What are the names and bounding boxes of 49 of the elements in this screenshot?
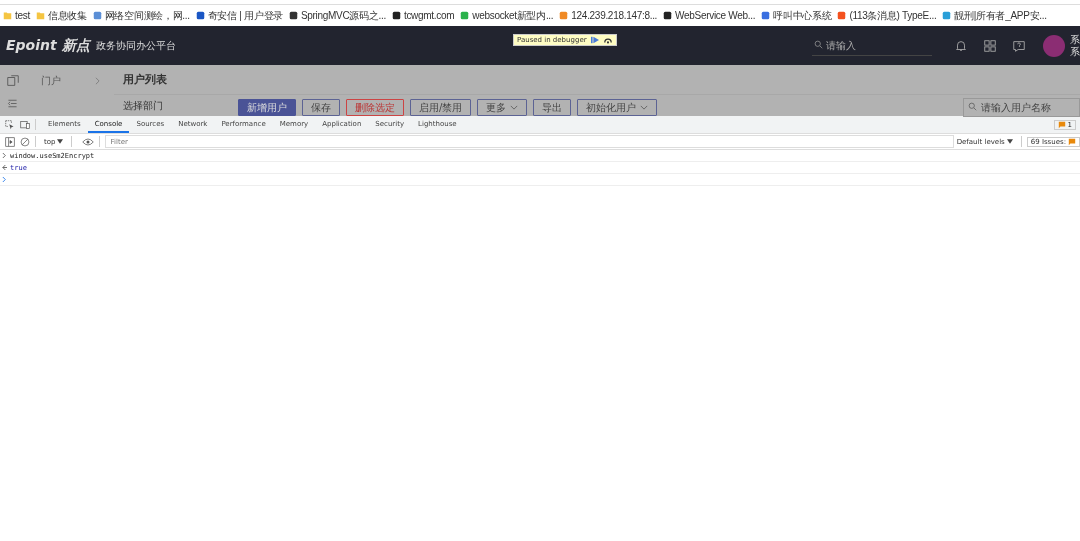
- bookmark[interactable]: tcwgmt.com: [391, 10, 455, 21]
- action-button[interactable]: 启用/禁用: [410, 99, 472, 116]
- menu-icon[interactable]: [6, 97, 19, 110]
- inspect-icon[interactable]: [5, 119, 15, 130]
- bookmark[interactable]: 124.239.218.147:8...: [559, 10, 658, 21]
- caret-icon: [1006, 139, 1013, 144]
- window-icon: [6, 74, 20, 88]
- user-name: 系: [1070, 33, 1080, 46]
- department-label: 选择部门: [122, 98, 164, 113]
- action-button[interactable]: 保存: [302, 99, 340, 116]
- device-icon[interactable]: [20, 119, 30, 130]
- caret-icon: [57, 139, 64, 144]
- step-over-icon[interactable]: [602, 36, 613, 44]
- bookmark[interactable]: SpringMVC源码之...: [288, 8, 386, 23]
- user-role: 系: [1070, 45, 1080, 58]
- bookmark[interactable]: test: [3, 10, 30, 21]
- sidebar-toggle-icon[interactable]: [5, 136, 15, 147]
- chevron-down-icon: [640, 105, 649, 110]
- bookmark[interactable]: 呼叫中心系统: [761, 8, 832, 23]
- bookmark[interactable]: websocket新型内...: [460, 8, 554, 23]
- platform-title: 政务协同办公平台: [95, 38, 176, 53]
- chevron-right-icon: [2, 152, 7, 159]
- grid-icon[interactable]: [983, 38, 997, 53]
- search-icon: [814, 40, 823, 49]
- prompt-chevron-icon[interactable]: [2, 176, 7, 183]
- bookmark[interactable]: 信息收集: [35, 8, 87, 23]
- clear-icon[interactable]: [20, 136, 30, 147]
- logo: Epoint 新点: [6, 36, 90, 55]
- action-button[interactable]: 导出: [533, 99, 572, 116]
- bookmark[interactable]: (113条消息) TypeE...: [837, 8, 937, 23]
- chevron-down-icon: [510, 105, 519, 110]
- search-field[interactable]: 请输入用户名称: [963, 98, 1080, 117]
- dropdown-button[interactable]: 初始化用户: [577, 99, 658, 116]
- bookmark[interactable]: WebService Web...: [663, 10, 756, 21]
- bookmark[interactable]: 靓刑|所有者_APP安...: [942, 8, 1047, 23]
- action-button[interactable]: 新增用户: [238, 99, 296, 116]
- resume-icon[interactable]: [589, 36, 600, 44]
- arrow-left-icon: [2, 164, 7, 171]
- search-field[interactable]: 请输入: [812, 35, 932, 56]
- chevron-right-icon: [95, 77, 100, 85]
- page-title: 用户列表: [114, 65, 1080, 95]
- help-icon[interactable]: [1012, 38, 1026, 53]
- eye-icon[interactable]: [82, 136, 95, 147]
- bell-icon[interactable]: [954, 38, 968, 53]
- dropdown-button[interactable]: 更多: [477, 99, 528, 116]
- bookmark[interactable]: 奇安信 | 用户登录: [195, 8, 283, 23]
- bookmark[interactable]: 网络空间测绘，网...: [92, 8, 190, 23]
- sidebar-item[interactable]: 门户: [0, 71, 114, 91]
- search-icon: [968, 102, 977, 111]
